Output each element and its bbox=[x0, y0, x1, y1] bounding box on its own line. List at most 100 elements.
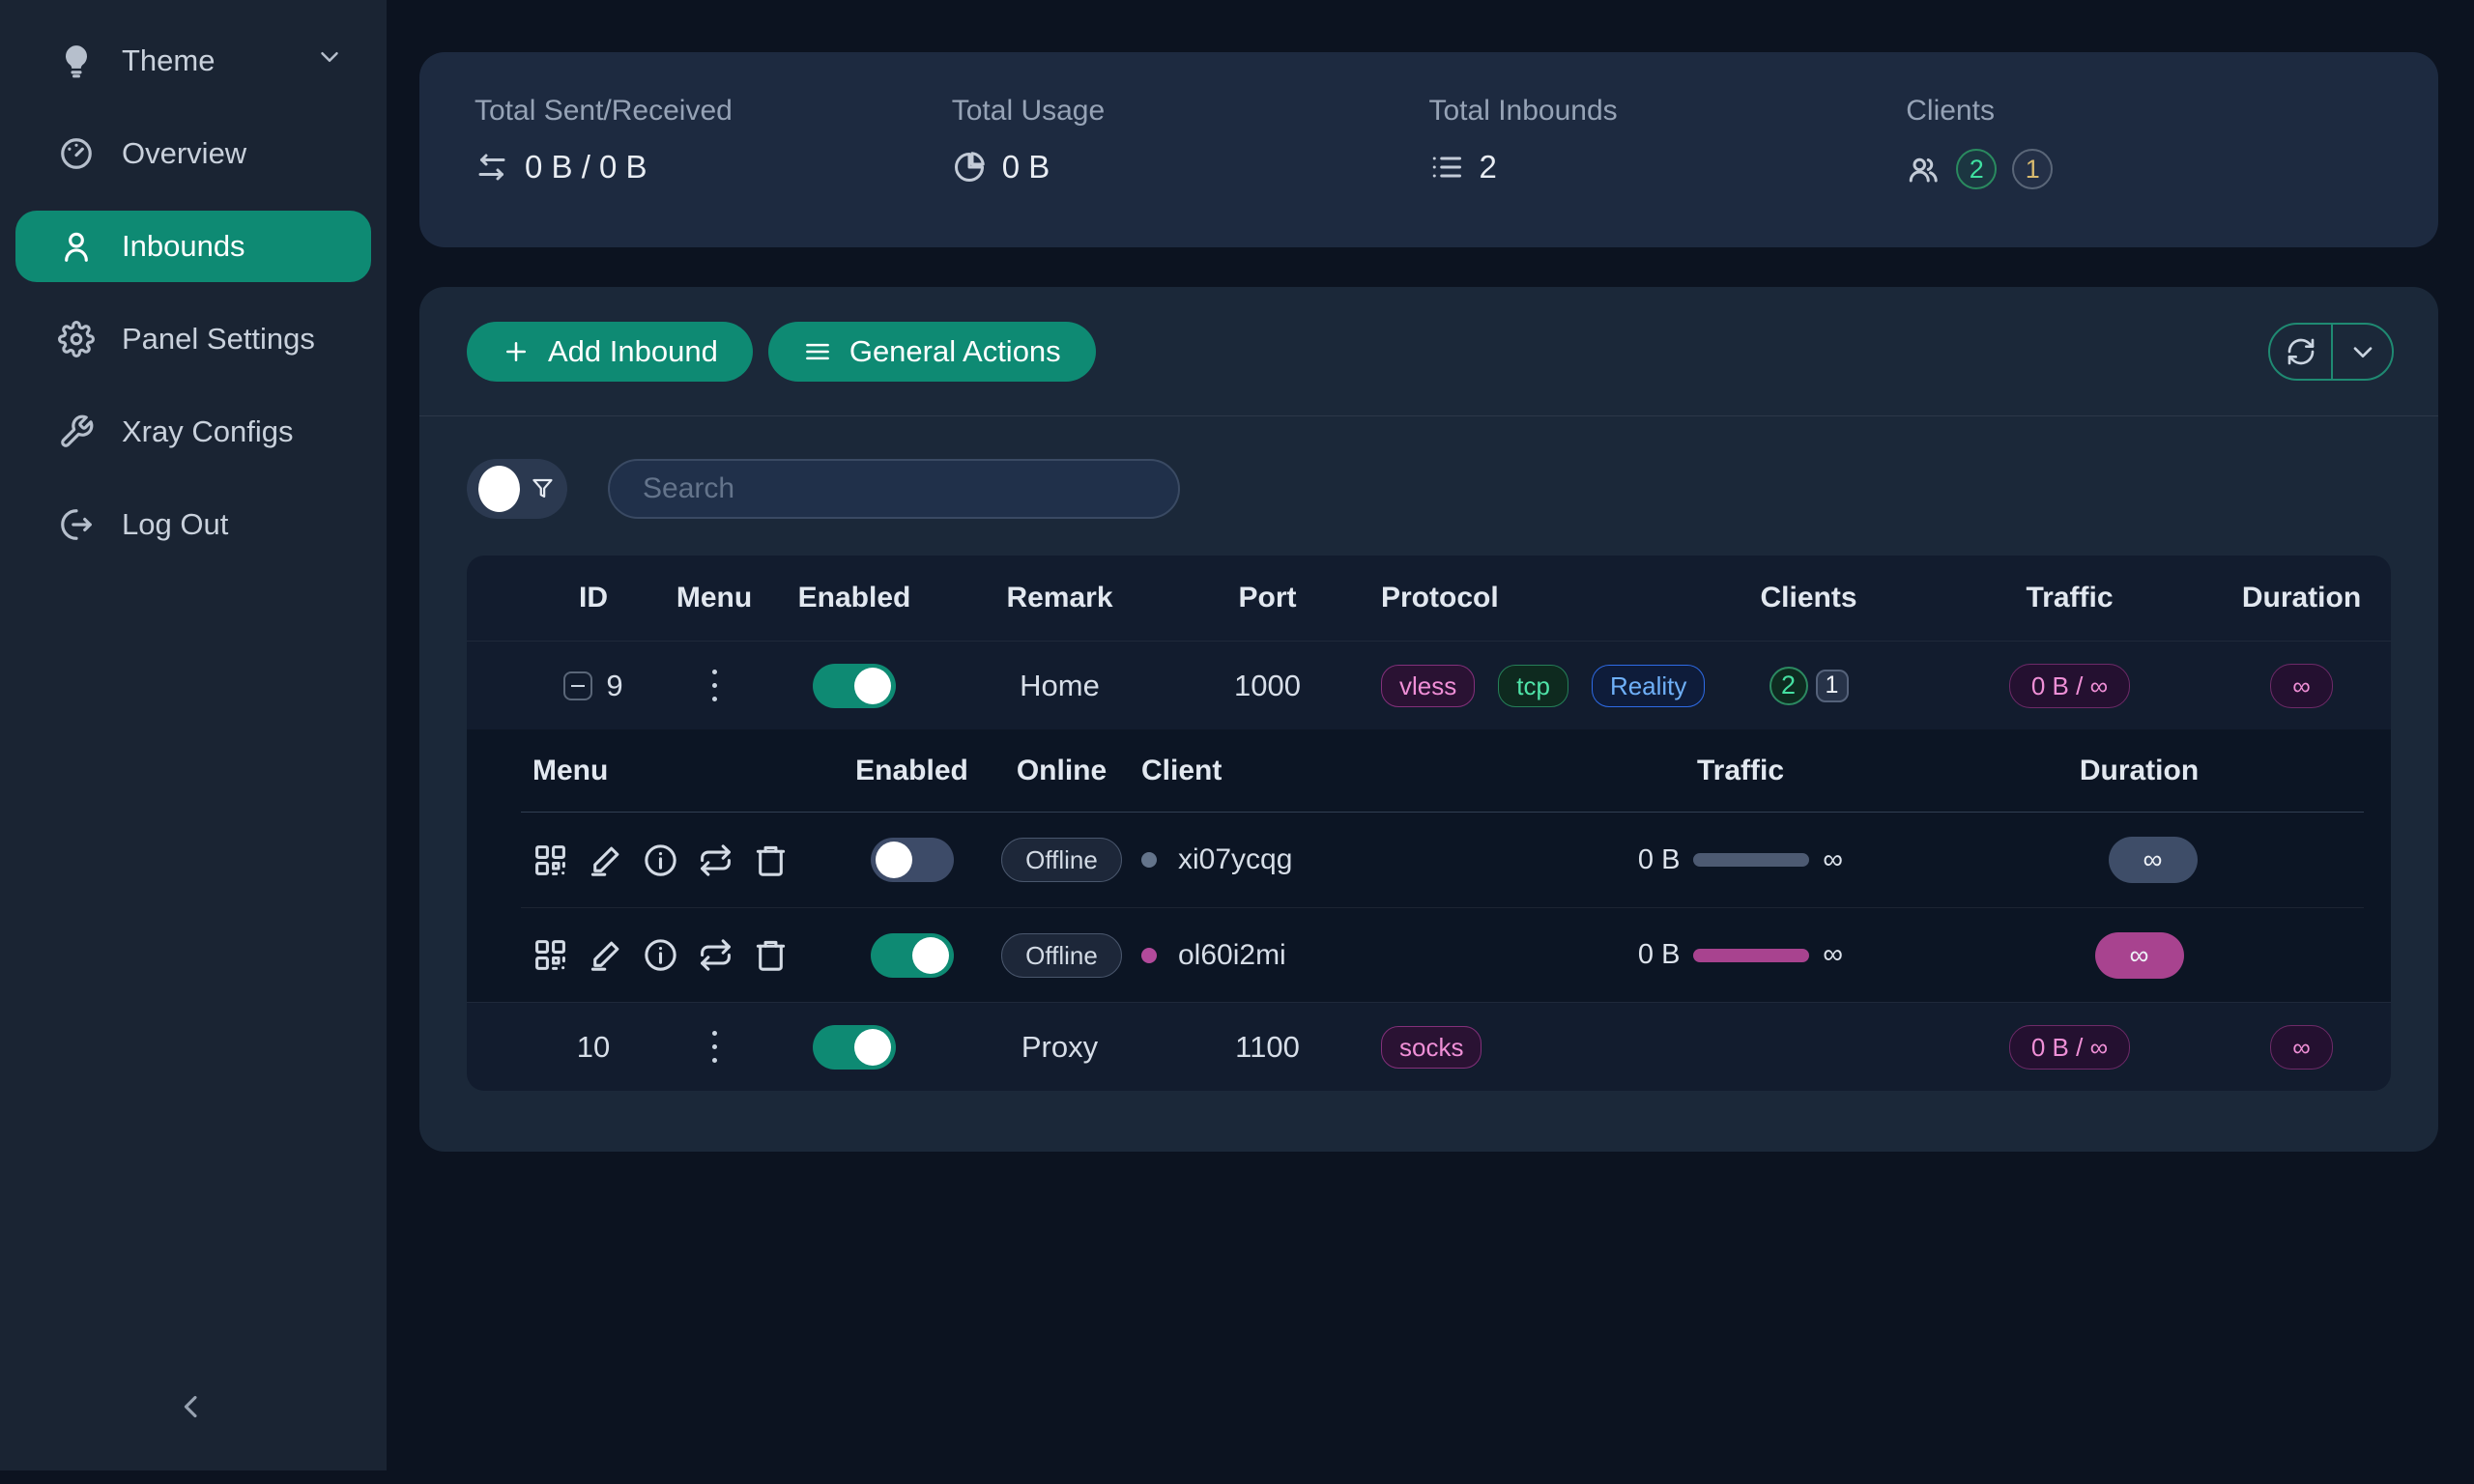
chevron-down-icon bbox=[315, 43, 344, 79]
client-traffic-used: 0 B bbox=[1638, 939, 1681, 971]
sub-column-header-menu: Menu bbox=[532, 755, 842, 787]
inbounds-panel: Add Inbound General Actions bbox=[419, 287, 2438, 1152]
client-duration-pill: ∞ bbox=[2109, 837, 2198, 883]
logout-icon bbox=[58, 506, 95, 543]
sidebar-item-xray-configs[interactable]: Xray Configs bbox=[15, 396, 371, 468]
sub-column-header-duration: Duration bbox=[1914, 755, 2364, 787]
column-header-duration: Duration bbox=[2212, 582, 2391, 614]
trash-icon[interactable] bbox=[753, 842, 789, 878]
wrench-icon bbox=[58, 414, 95, 450]
search-row bbox=[467, 459, 2438, 519]
refresh-button[interactable] bbox=[2270, 325, 2331, 379]
sidebar-item-label: Panel Settings bbox=[122, 322, 315, 357]
gear-icon bbox=[58, 321, 95, 357]
online-status-badge: Offline bbox=[1001, 838, 1122, 882]
protocol-badge-tcp: tcp bbox=[1498, 665, 1568, 707]
inbound-port: 1000 bbox=[1173, 669, 1362, 703]
menu-icon bbox=[803, 337, 832, 366]
refresh-button-group bbox=[2268, 323, 2394, 381]
inbounds-table: ID Menu Enabled Remark Port Protocol Cli… bbox=[467, 556, 2391, 1091]
client-duration-pill: ∞ bbox=[2095, 932, 2184, 979]
sidebar-item-overview[interactable]: Overview bbox=[15, 118, 371, 189]
row-menu-button[interactable] bbox=[706, 664, 723, 707]
auto-refresh-dropdown-button[interactable] bbox=[2331, 325, 2392, 379]
collapse-row-button[interactable] bbox=[563, 671, 592, 700]
table-header-row: ID Menu Enabled Remark Port Protocol Cli… bbox=[467, 556, 2391, 641]
inbound-remark: Proxy bbox=[946, 1030, 1173, 1065]
edit-icon[interactable] bbox=[588, 937, 623, 973]
chevron-left-icon bbox=[173, 1388, 210, 1425]
enabled-toggle[interactable] bbox=[813, 664, 896, 708]
client-row: Offline xi07ycqg 0 B ∞ ∞ bbox=[521, 813, 2391, 907]
stat-label: Total Usage bbox=[952, 95, 1429, 128]
column-header-port: Port bbox=[1173, 582, 1362, 614]
search-input[interactable] bbox=[608, 459, 1180, 519]
inbound-remark: Home bbox=[946, 669, 1173, 703]
sidebar-item-inbounds[interactable]: Inbounds bbox=[15, 211, 371, 282]
inbound-id: 10 bbox=[577, 1030, 610, 1065]
repeat-icon[interactable] bbox=[698, 842, 734, 878]
client-color-dot bbox=[1141, 852, 1157, 868]
stat-total-inbounds: Total Inbounds 2 bbox=[1429, 95, 1907, 247]
sidebar-item-label: Overview bbox=[122, 136, 246, 171]
row-menu-button[interactable] bbox=[706, 1025, 723, 1069]
client-traffic-limit: ∞ bbox=[1823, 844, 1843, 876]
main-content: Total Sent/Received 0 B / 0 B Total Usag… bbox=[387, 0, 2474, 1484]
users-icon bbox=[1906, 152, 1941, 186]
stat-value: 0 B bbox=[1002, 149, 1050, 186]
qr-code-icon[interactable] bbox=[532, 842, 568, 878]
toggle-knob bbox=[854, 1029, 891, 1066]
client-traffic-limit: ∞ bbox=[1823, 939, 1843, 971]
client-color-dot bbox=[1141, 948, 1157, 963]
info-icon[interactable] bbox=[643, 842, 678, 878]
duration-pill: ∞ bbox=[2270, 1025, 2333, 1070]
stat-label: Total Inbounds bbox=[1429, 95, 1907, 128]
repeat-icon[interactable] bbox=[698, 937, 734, 973]
column-header-protocol: Protocol bbox=[1362, 582, 1690, 614]
protocol-badge-socks: socks bbox=[1381, 1026, 1482, 1069]
clients-count-badge: 2 bbox=[1769, 667, 1808, 705]
stat-value: 2 bbox=[1480, 149, 1497, 186]
general-actions-button[interactable]: General Actions bbox=[768, 322, 1096, 382]
enabled-toggle[interactable] bbox=[813, 1025, 896, 1070]
add-inbound-label: Add Inbound bbox=[548, 334, 718, 369]
funnel-icon bbox=[530, 474, 556, 503]
filter-toggle[interactable] bbox=[467, 459, 567, 519]
client-name: xi07ycqg bbox=[1178, 843, 1292, 876]
sidebar: Theme Overview Inbounds Panel Settings X… bbox=[0, 0, 387, 1470]
add-inbound-button[interactable]: Add Inbound bbox=[467, 322, 753, 382]
sidebar-item-log-out[interactable]: Log Out bbox=[15, 489, 371, 560]
traffic-progress-bar bbox=[1693, 949, 1809, 962]
sidebar-collapse-button[interactable] bbox=[162, 1378, 220, 1436]
column-header-remark: Remark bbox=[946, 582, 1173, 614]
stat-total-sent-received: Total Sent/Received 0 B / 0 B bbox=[475, 95, 952, 247]
edit-icon[interactable] bbox=[588, 842, 623, 878]
client-enabled-toggle[interactable] bbox=[871, 838, 954, 882]
toggle-knob bbox=[854, 668, 891, 704]
info-icon[interactable] bbox=[643, 937, 678, 973]
client-row: Offline ol60i2mi 0 B ∞ ∞ bbox=[521, 907, 2364, 1002]
inbound-id: 9 bbox=[606, 669, 622, 703]
column-header-enabled: Enabled bbox=[762, 582, 946, 614]
toggle-knob bbox=[478, 466, 520, 512]
toggle-knob bbox=[876, 842, 912, 878]
protocol-badge-vless: vless bbox=[1381, 665, 1475, 707]
plus-icon bbox=[502, 337, 531, 366]
refresh-icon bbox=[2286, 336, 2316, 367]
inbound-port: 1100 bbox=[1173, 1030, 1362, 1065]
trash-icon[interactable] bbox=[753, 937, 789, 973]
protocol-badge-reality: Reality bbox=[1592, 665, 1705, 707]
sub-column-header-traffic: Traffic bbox=[1567, 755, 1914, 787]
column-header-traffic: Traffic bbox=[1927, 582, 2212, 614]
list-icon bbox=[1429, 150, 1464, 185]
traffic-pill: 0 B / ∞ bbox=[2009, 1025, 2130, 1070]
sidebar-item-panel-settings[interactable]: Panel Settings bbox=[15, 303, 371, 375]
client-enabled-toggle[interactable] bbox=[871, 933, 954, 978]
sidebar-item-label: Log Out bbox=[122, 507, 228, 542]
traffic-pill: 0 B / ∞ bbox=[2009, 664, 2130, 708]
sub-column-header-online: Online bbox=[982, 755, 1141, 787]
traffic-progress-bar bbox=[1693, 853, 1809, 867]
lightbulb-icon bbox=[58, 43, 95, 79]
qr-code-icon[interactable] bbox=[532, 937, 568, 973]
sidebar-item-theme[interactable]: Theme bbox=[15, 25, 371, 97]
